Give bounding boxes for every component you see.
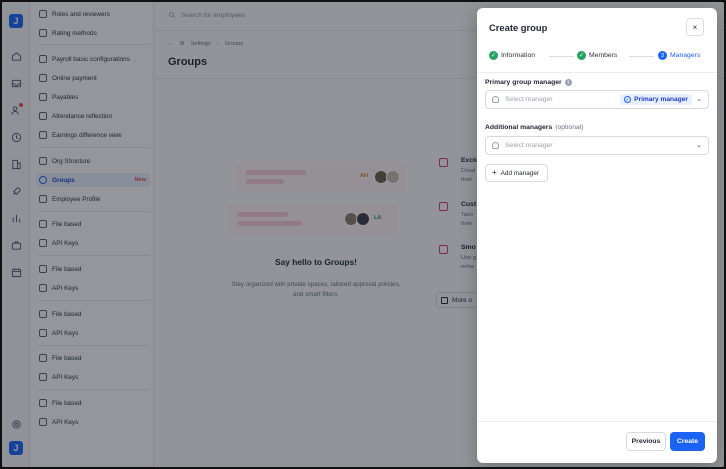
chevron-down-icon: ⌄ (696, 96, 702, 103)
chevron-down-icon: ⌄ (696, 142, 702, 149)
step-connector (629, 56, 654, 57)
stepper: ✓ Information ✓ Members 3 Managers (489, 51, 709, 63)
user-icon (492, 142, 499, 149)
user-icon (492, 96, 499, 103)
close-icon: × (692, 22, 698, 32)
previous-button[interactable]: Previous (626, 432, 666, 451)
step-number: 3 (658, 51, 667, 60)
modal-title: Create group (489, 22, 548, 33)
divider (477, 72, 717, 73)
check-icon: ✓ (489, 51, 498, 60)
check-icon: ✓ (577, 51, 586, 60)
info-icon[interactable]: i (564, 79, 572, 86)
additional-managers-select[interactable]: Select manager ⌄ (485, 136, 709, 155)
additional-managers-label: Additional managers (optional) (485, 124, 584, 131)
step-connector (549, 56, 574, 57)
close-button[interactable]: × (686, 18, 704, 36)
divider (477, 421, 717, 422)
create-group-modal: Create group × ✓ Information ✓ Members 3… (477, 8, 717, 463)
plus-icon: + (492, 168, 497, 177)
step-members[interactable]: ✓ Members (577, 51, 617, 60)
check-circle-icon: ✓ (624, 96, 632, 103)
primary-manager-label: Primary group manager i (485, 79, 572, 86)
step-managers[interactable]: 3 Managers (658, 51, 700, 60)
create-button[interactable]: Create (670, 432, 705, 451)
add-manager-button[interactable]: + Add manager (485, 164, 548, 182)
primary-manager-select[interactable]: Select manager ✓ Primary manager ⌄ (485, 90, 709, 109)
primary-manager-badge: ✓ Primary manager (620, 94, 692, 105)
step-information[interactable]: ✓ Information (489, 51, 535, 60)
